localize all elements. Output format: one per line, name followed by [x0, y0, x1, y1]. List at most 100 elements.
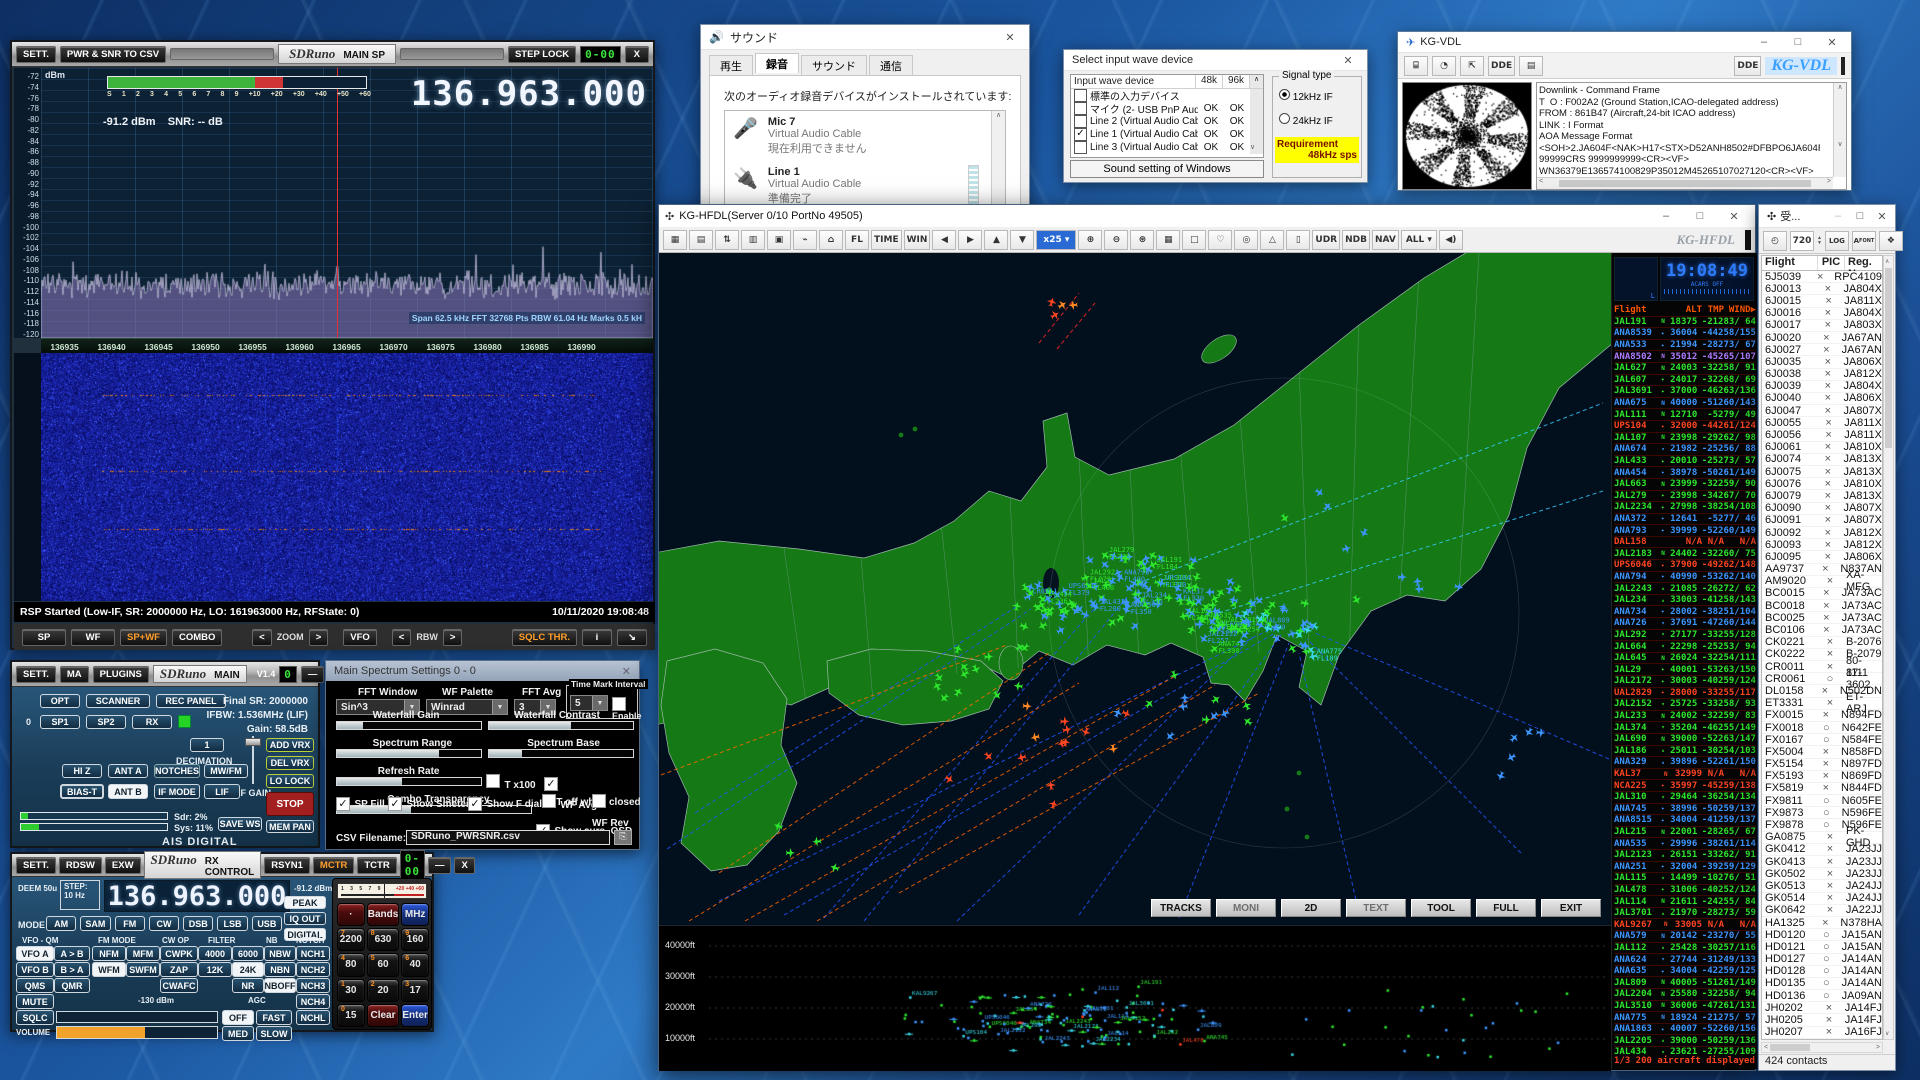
nav-toggle[interactable]: NAV [1372, 230, 1399, 250]
wf-button[interactable]: WF [71, 629, 115, 646]
step-lock-button[interactable]: STEP LOCK [508, 46, 576, 63]
flight-row[interactable]: ANA8539▸36004-44258/155 [1614, 328, 1756, 340]
contact-row[interactable]: FX0015×N894FD [1762, 710, 1882, 722]
font-icon[interactable]: AFONT [1852, 231, 1876, 251]
add-vrx-button[interactable]: ADD VRX [266, 738, 314, 752]
hdr-tmp[interactable]: TMP [1702, 305, 1724, 315]
key-630[interactable]: 8630 [367, 928, 400, 951]
grid-icon[interactable]: ▣ [767, 230, 791, 250]
mute-button[interactable]: MUTE [16, 994, 54, 1009]
maximize-icon[interactable]: □ [1683, 205, 1717, 227]
sp2-button[interactable]: SP2 [86, 715, 126, 729]
contact-row[interactable]: 6J0039×JA804X [1762, 381, 1882, 393]
2d-button[interactable]: 2D [1281, 899, 1341, 917]
qms-button[interactable]: QMS [16, 978, 54, 993]
tctr-button[interactable]: TCTR [357, 857, 396, 874]
show-smeter-checkbox[interactable]: ✓ Show Smeter [388, 794, 470, 812]
home-icon[interactable]: ⌂ [819, 230, 843, 250]
plugins-button[interactable]: PLUGINS [93, 666, 149, 683]
key-30[interactable]: 130 [337, 979, 365, 1002]
flight-row[interactable]: ANA734▸28002-38251/104 [1614, 606, 1756, 618]
flight-row[interactable]: JAL112▴25428-30257/116 [1614, 943, 1756, 955]
flight-row[interactable]: JAL2152▾25725-33258/ 93 [1614, 699, 1756, 711]
circle-icon[interactable]: ◎ [1234, 230, 1258, 250]
flight-row[interactable]: JAL114N21611-24255/ 84 [1614, 896, 1756, 908]
flight-row[interactable]: JAL690N39000-52263/147 [1614, 734, 1756, 746]
altitude-profile-panel[interactable]: 40000ft30000ft20000ft10000ft [659, 925, 1611, 1071]
time-mark-select[interactable]: 5▼ [570, 695, 608, 711]
contact-row[interactable]: 6J0013×JA804X [1762, 283, 1882, 295]
ant-b-button[interactable]: ANT B [108, 784, 148, 799]
contact-row[interactable]: JH0202×JA14FJ [1762, 1002, 1882, 1014]
contact-row[interactable]: FX5004×N858FD [1762, 746, 1882, 758]
map-display[interactable]: JAL191FL184ANA8502FL350JAL3691FL370UPS10… [659, 253, 1611, 925]
contacts-list[interactable]: 5J5039×RPC41096J0013×JA804X6J0015×JA811X… [1761, 271, 1883, 1040]
vfo-a-button[interactable]: VFO A [16, 946, 54, 961]
contact-row[interactable]: BC0106×JA73AC [1762, 624, 1882, 636]
contact-row[interactable]: GK0514×JA24JJ [1762, 893, 1882, 905]
signal-icon[interactable]: ⌁ [793, 230, 817, 250]
col-flight[interactable]: Flight [1762, 256, 1818, 270]
flight-row[interactable]: ANA674▾21982-25256/ 88 [1614, 444, 1756, 456]
pan-right-icon[interactable]: ▶ [958, 230, 982, 250]
radio-12khz[interactable]: 12kHz IF [1279, 89, 1333, 103]
key-enter[interactable]: Enter [401, 1004, 429, 1027]
flight-row[interactable]: UPS6046▸37900-49262/148 [1614, 560, 1756, 572]
flight-row[interactable]: JAL279▸23998-34267/ 70 [1614, 491, 1756, 503]
device-checkbox[interactable] [1074, 89, 1087, 102]
hiz-button[interactable]: HI Z [62, 764, 102, 778]
flight-row[interactable]: ANA745▸38996-50259/137 [1614, 804, 1756, 816]
flight-row[interactable]: JAL434▾23621-27255/109 [1614, 1047, 1756, 1055]
flight-row[interactable]: JAL2204N25580-32258/ 94 [1614, 989, 1756, 1001]
contact-row[interactable]: 6J0016×JA804X [1762, 308, 1882, 320]
rx-button[interactable]: RX [132, 715, 172, 729]
dde-button[interactable]: DDE [1734, 56, 1761, 76]
browse-icon[interactable]: ⎘ [614, 830, 632, 845]
contact-row[interactable]: 6J0038×JA812X [1762, 369, 1882, 381]
step-box[interactable]: STEP:10 Hz [60, 880, 100, 910]
flight-row[interactable]: ANA8502N35012-45265/107 [1614, 351, 1756, 363]
opt-button[interactable]: OPT [40, 694, 80, 708]
contact-row[interactable]: 6J0095×JA806X [1762, 551, 1882, 563]
minimize-button[interactable]: — [301, 666, 325, 683]
mode-lsb-button[interactable]: LSB [217, 916, 247, 931]
resize-icon[interactable]: ↘ [617, 629, 647, 646]
tracks-button[interactable]: TRACKS [1151, 899, 1211, 917]
contact-row[interactable]: FX5154×N897FD [1762, 759, 1882, 771]
mode-am-button[interactable]: AM [46, 916, 76, 931]
win-toggle[interactable]: WIN [904, 230, 931, 250]
med-button[interactable]: MED [222, 1026, 254, 1041]
flight-row[interactable]: JAL664▾22298-25253/ 94 [1614, 641, 1756, 653]
flight-row[interactable]: JAL292▾27177-33255/128 [1614, 630, 1756, 642]
heart-icon[interactable]: ♡ [1208, 230, 1232, 250]
contact-row[interactable]: BC0018×JA73AC [1762, 600, 1882, 612]
col-device[interactable]: Input wave device [1071, 75, 1195, 88]
hdr-wind[interactable]: WIND [1724, 305, 1751, 315]
contact-row[interactable]: 6J0090×JA807X [1762, 503, 1882, 515]
flight-row[interactable]: JAL115▾14499-10276/ 51 [1614, 873, 1756, 885]
contact-row[interactable]: HD0135○JA14AN [1762, 978, 1882, 990]
col-96k[interactable]: 96k [1222, 75, 1249, 88]
nch1-button[interactable]: NCH1 [296, 946, 330, 961]
contact-row[interactable]: 6J0092×JA812X [1762, 527, 1882, 539]
contact-row[interactable]: 6J0047×JA807X [1762, 405, 1882, 417]
sqlc-thr-button[interactable]: SQLC THR. [512, 629, 577, 646]
combo-button[interactable]: COMBO [172, 629, 222, 646]
flight-row[interactable]: UAL2829▸28000-33255/117 [1614, 688, 1756, 700]
slow-button[interactable]: SLOW [256, 1026, 292, 1041]
flight-row[interactable]: ANA454▸38978-50261/149 [1614, 467, 1756, 479]
flight-row[interactable]: JAL2243▴21085-26272/ 62 [1614, 583, 1756, 595]
flight-row[interactable]: ANA624▾27744-31249/133 [1614, 954, 1756, 966]
hdr-alt[interactable]: ALT [1666, 305, 1702, 315]
udr-toggle[interactable]: UDR [1312, 230, 1340, 250]
key-dot[interactable]: · [337, 903, 365, 926]
device-checkbox[interactable] [1074, 102, 1087, 115]
key-mhz[interactable]: MHz [401, 903, 429, 926]
flight-row[interactable]: UPS104▸32000-44261/124 [1614, 421, 1756, 433]
time-toggle[interactable]: TIME [871, 230, 902, 250]
off-button[interactable]: OFF [222, 1010, 254, 1025]
mfm-button[interactable]: MFM [126, 946, 160, 961]
pan-left-icon[interactable]: ◀ [932, 230, 956, 250]
close-icon[interactable]: ✕ [993, 26, 1027, 48]
minimize-icon[interactable]: – [1649, 205, 1683, 227]
